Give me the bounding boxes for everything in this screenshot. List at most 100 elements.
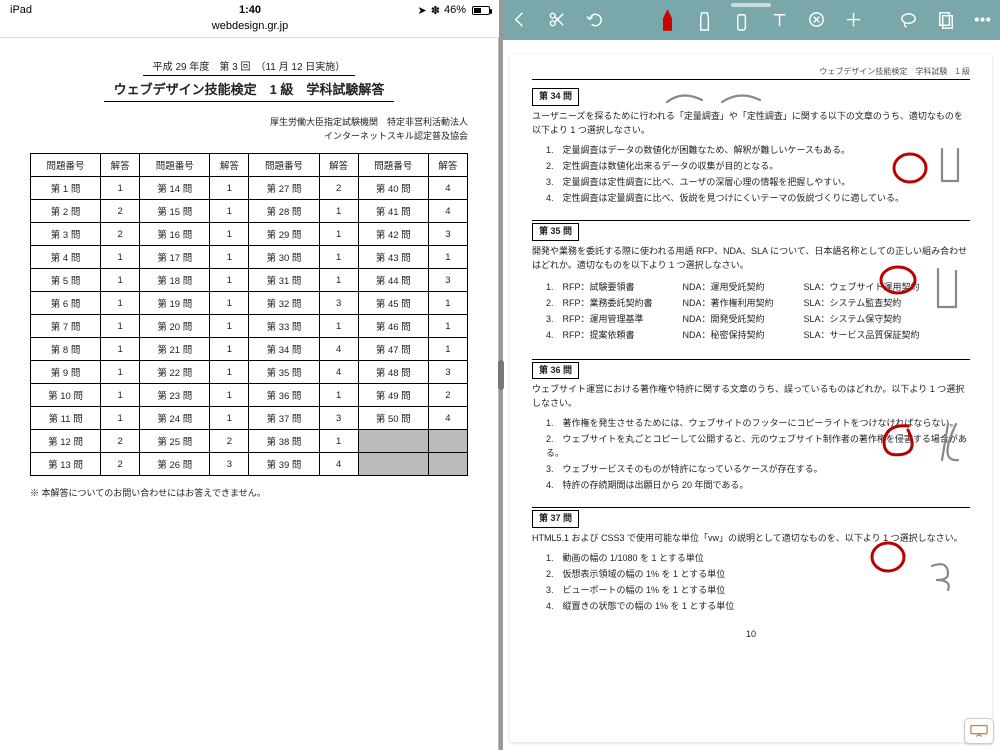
table-cell: 1: [210, 269, 249, 292]
lasso-icon[interactable]: [899, 8, 918, 32]
table-cell: 第 15 問: [140, 200, 210, 223]
table-cell: 第 45 問: [358, 292, 428, 315]
clear-icon[interactable]: [807, 8, 826, 32]
list-item: 1. 定量調査はデータの数値化が困難なため、解釈が難しいケースもある。: [546, 144, 970, 158]
table-cell: 第 19 問: [140, 292, 210, 315]
table-cell: 1: [319, 430, 358, 453]
table-row: 第 4 問1第 17 問1第 30 問1第 43 問1: [31, 246, 468, 269]
list-item: 2. RFP：業務委託契約書: [546, 297, 653, 311]
table-cell: 第 43 問: [358, 246, 428, 269]
table-cell: 第 17 問: [140, 246, 210, 269]
table-cell: 2: [319, 177, 358, 200]
table-cell: 第 41 問: [358, 200, 428, 223]
table-cell: 第 42 問: [358, 223, 428, 246]
address-bar[interactable]: webdesign.gr.jp: [0, 20, 500, 38]
table-cell: 第 8 問: [31, 338, 101, 361]
table-header: 問題番号: [31, 154, 101, 177]
page-number: 10: [532, 628, 970, 642]
table-cell: 1: [101, 177, 140, 200]
table-cell: 第 9 問: [31, 361, 101, 384]
table-cell: 第 35 問: [249, 361, 319, 384]
table-cell: 1: [210, 200, 249, 223]
table-cell: 4: [319, 338, 358, 361]
table-cell: 2: [101, 200, 140, 223]
table-cell: 1: [319, 315, 358, 338]
table-row: 第 10 問1第 23 問1第 36 問1第 49 問2: [31, 384, 468, 407]
table-cell: 4: [319, 361, 358, 384]
table-cell: 第 5 問: [31, 269, 101, 292]
back-icon[interactable]: [510, 8, 529, 32]
pages-icon[interactable]: [936, 8, 955, 32]
table-cell: 1: [210, 384, 249, 407]
table-cell: 第 32 問: [249, 292, 319, 315]
q35-text: 開発や業務を委託する際に使われる用語 RFP、NDA、SLA について、日本語名…: [532, 245, 970, 273]
table-header: 問題番号: [140, 154, 210, 177]
table-cell: 4: [428, 407, 467, 430]
exam-document[interactable]: ウェブデザイン技能検定 学科試験 1 級 第 34 問 ユーザニーズを探るために…: [510, 54, 992, 742]
highlighter-icon[interactable]: [695, 8, 714, 32]
table-cell: 4: [428, 177, 467, 200]
table-cell: 1: [210, 361, 249, 384]
table-cell: 1: [101, 361, 140, 384]
table-cell: 第 7 問: [31, 315, 101, 338]
table-cell: [358, 430, 428, 453]
scissors-icon[interactable]: [547, 8, 566, 32]
list-item: 4. 特許の存続期間は出願日から 20 年間である。: [546, 479, 970, 493]
table-cell: 第 11 問: [31, 407, 101, 430]
table-cell: 第 21 問: [140, 338, 210, 361]
list-item: 1. RFP：試験要領書: [546, 281, 653, 295]
table-header: 解答: [101, 154, 140, 177]
add-icon[interactable]: [844, 8, 863, 32]
battery-percent: 46%: [444, 4, 466, 16]
table-cell: 第 48 問: [358, 361, 428, 384]
table-cell: 第 13 問: [31, 453, 101, 476]
q37-text: HTML5.1 および CSS3 で使用可能な単位「vw」の説明として適切なもの…: [532, 532, 970, 546]
list-item: 3. ビューポートの幅の 1% を 1 とする単位: [546, 584, 970, 598]
table-row: 第 5 問1第 18 問1第 31 問1第 44 問3: [31, 269, 468, 292]
list-item: 4. 定性調査は定量調査に比べ、仮説を見つけにくいテーマの仮説づくりに適している…: [546, 192, 970, 206]
eraser-icon[interactable]: [732, 8, 751, 32]
table-cell: 第 30 問: [249, 246, 319, 269]
list-item: 3. RFP：運用管理基準: [546, 313, 653, 327]
table-cell: 1: [428, 315, 467, 338]
table-cell: 2: [101, 453, 140, 476]
more-icon[interactable]: [973, 8, 992, 32]
table-cell: 2: [101, 223, 140, 246]
table-header: 解答: [319, 154, 358, 177]
list-item: NDA：著作権利用契約: [683, 297, 774, 311]
text-tool-icon[interactable]: [770, 8, 789, 32]
table-cell: 3: [428, 269, 467, 292]
table-cell: 第 28 問: [249, 200, 319, 223]
q36-label: 第 36 問: [532, 362, 579, 380]
keyboard-button[interactable]: [964, 718, 994, 744]
table-cell: 第 16 問: [140, 223, 210, 246]
q36-text: ウェブサイト運営における著作権や特許に関する文章のうち、誤っているものはどれか。…: [532, 383, 970, 411]
table-cell: 3: [428, 361, 467, 384]
table-row: 第 7 問1第 20 問1第 33 問1第 46 問1: [31, 315, 468, 338]
status-right: ➤ ✽ 46%: [418, 4, 490, 17]
doc-org1: 厚生労働大臣指定試験機関 特定非営利活動法人: [30, 116, 468, 130]
list-item: 2. 仮想表示領域の幅の 1% を 1 とする単位: [546, 568, 970, 582]
table-cell: 第 20 問: [140, 315, 210, 338]
device-label: iPad: [10, 4, 32, 16]
table-row: 第 6 問1第 19 問1第 32 問3第 45 問1: [31, 292, 468, 315]
pen-red-icon[interactable]: [658, 8, 677, 32]
q34-text: ユーザニーズを探るために行われる「定量調査」や「定性調査」に関する以下の文章のう…: [532, 110, 970, 138]
table-cell: 1: [428, 292, 467, 315]
drawing-toolbar: [502, 0, 1000, 40]
table-cell: 1: [428, 246, 467, 269]
right-pane: ウェブデザイン技能検定 学科試験 1 級 第 34 問 ユーザニーズを探るために…: [502, 0, 1000, 750]
table-cell: 第 10 問: [31, 384, 101, 407]
drag-handle-icon[interactable]: [731, 3, 771, 7]
table-cell: 1: [101, 315, 140, 338]
table-cell: 第 36 問: [249, 384, 319, 407]
table-cell: 第 33 問: [249, 315, 319, 338]
table-cell: 1: [210, 338, 249, 361]
undo-icon[interactable]: [584, 8, 603, 32]
list-item: NDA：秘密保持契約: [683, 329, 774, 343]
split-view-divider[interactable]: [499, 0, 503, 750]
status-bar: iPad 1:40 ➤ ✽ 46%: [0, 0, 500, 20]
bluetooth-icon: ✽: [431, 4, 440, 17]
table-cell: 第 31 問: [249, 269, 319, 292]
table-cell: [428, 453, 467, 476]
